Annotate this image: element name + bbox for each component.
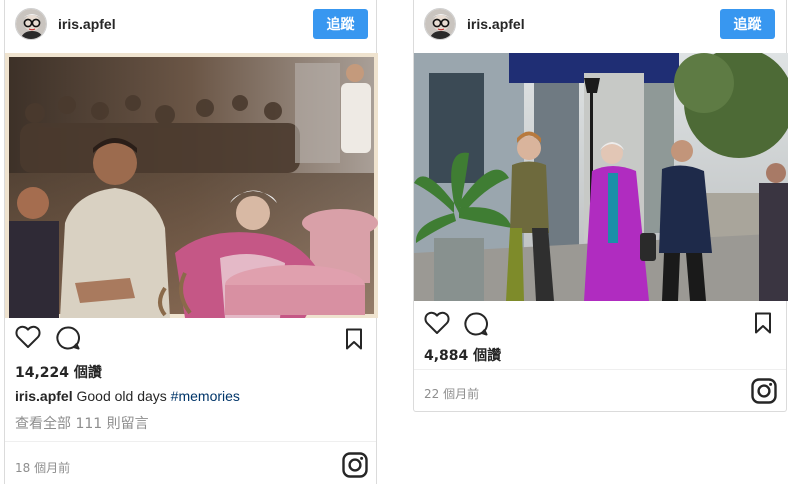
follow-button[interactable]: 追蹤: [720, 9, 775, 39]
comment-bubble-icon[interactable]: [55, 325, 81, 351]
bookmark-icon[interactable]: [754, 312, 772, 334]
post-photo[interactable]: [5, 53, 378, 318]
avatar[interactable]: [15, 8, 47, 40]
post-username[interactable]: iris.apfel: [58, 16, 116, 32]
caption-hashtag-link[interactable]: #memories: [171, 388, 240, 404]
heart-icon[interactable]: [424, 311, 450, 335]
likes-count[interactable]: 14,224 個讚: [15, 362, 102, 382]
instagram-logo-icon[interactable]: [342, 452, 368, 478]
post-username[interactable]: iris.apfel: [467, 16, 525, 32]
post-timestamp[interactable]: 18 個月前: [15, 459, 70, 476]
post-caption: iris.apfel Good old days #memories: [15, 388, 240, 404]
instagram-logo-icon[interactable]: [751, 378, 777, 404]
post-timestamp[interactable]: 22 個月前: [424, 385, 479, 402]
view-all-comments-link[interactable]: 查看全部 111 則留言: [15, 413, 149, 433]
heart-icon[interactable]: [15, 325, 41, 349]
bookmark-icon[interactable]: [345, 328, 363, 350]
avatar[interactable]: [424, 8, 456, 40]
post-header: iris.apfel 追蹤: [414, 0, 786, 50]
caption-username[interactable]: iris.apfel: [15, 388, 73, 404]
caption-text: Good old days: [76, 388, 167, 404]
divider: [5, 441, 376, 442]
likes-count[interactable]: 4,884 個讚: [424, 345, 501, 365]
comment-bubble-icon[interactable]: [463, 311, 489, 337]
follow-button[interactable]: 追蹤: [313, 9, 368, 39]
divider: [414, 369, 786, 370]
post-photo[interactable]: [414, 53, 788, 301]
instagram-post-card: iris.apfel 追蹤: [413, 0, 788, 412]
post-header: iris.apfel 追蹤: [5, 0, 376, 50]
instagram-post-card: iris.apfel 追蹤: [4, 0, 378, 484]
